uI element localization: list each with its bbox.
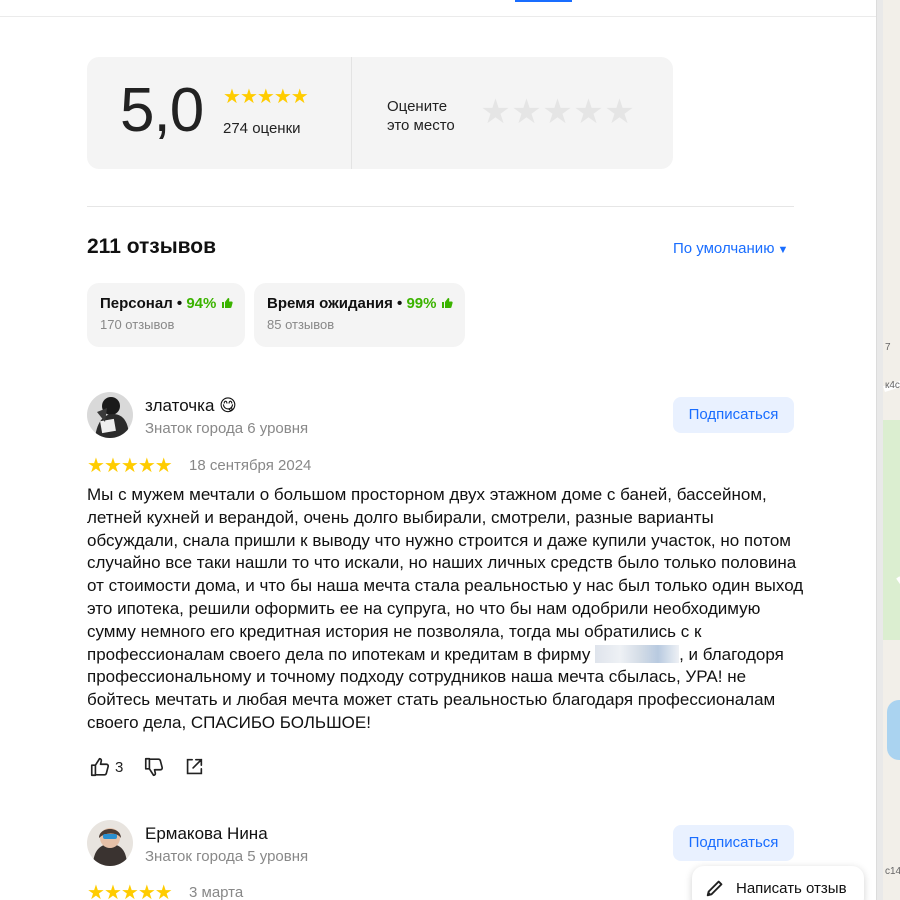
rating-stars: ★★★★★ [223, 86, 309, 108]
rating-score: 5,0 [120, 76, 204, 145]
aspect-percent: 94% [186, 295, 217, 312]
redacted-company-name [595, 644, 680, 663]
share-button[interactable] [183, 756, 205, 778]
thumb-down-icon [145, 757, 164, 777]
star-icon: ★ [137, 455, 156, 477]
star-icon: ★ [154, 455, 173, 477]
map-panel[interactable]: 7 к4с с14 [876, 0, 900, 900]
review-text-part: Мы с мужем мечтали о большом просторном … [87, 485, 804, 664]
rate-star-4-icon[interactable]: ★ [573, 95, 604, 129]
like-button[interactable]: 3 [89, 756, 123, 778]
rate-prompt: Оцените это место [387, 97, 487, 135]
subscribe-button[interactable]: Подписаться [673, 397, 794, 433]
avatar-image [87, 820, 133, 866]
aspect-name: Персонал [100, 295, 173, 312]
map-park [883, 420, 900, 640]
rate-prompt-line: это место [387, 117, 455, 134]
reviews-count-title: 211 отзывов [87, 235, 217, 258]
map-label: 7 [885, 342, 891, 353]
map-label: к4с [885, 380, 900, 391]
write-review-label: Написать отзыв [736, 879, 847, 897]
star-icon: ★ [120, 455, 139, 477]
star-icon: ★ [87, 455, 105, 477]
rating-count: 274 оценки [223, 120, 301, 137]
aspect-name: Время ожидания [267, 295, 393, 312]
author-name: златочка [145, 396, 215, 415]
avatar[interactable] [87, 392, 133, 438]
aspect-percent: 99% [406, 295, 437, 312]
star-icon: ★ [103, 455, 122, 477]
review-author[interactable]: златочка 😋 [145, 396, 237, 416]
map-label: с14 [885, 866, 900, 877]
like-count: 3 [115, 758, 124, 776]
write-review-button[interactable]: Написать отзыв [692, 866, 864, 900]
aspect-count: 85 отзывов [267, 317, 335, 332]
sort-dropdown[interactable]: По умолчанию ▼ [673, 240, 788, 257]
aspect-chip-personnel[interactable]: Персонал • 94% 170 отзывов [87, 283, 245, 347]
review-author[interactable]: Ермакова Нина [145, 824, 268, 844]
rate-star-3-icon[interactable]: ★ [542, 95, 573, 129]
star-icon: ★ [239, 86, 258, 108]
caret-down-icon: ▼ [777, 244, 789, 256]
aspect-chip-waiting-time[interactable]: Время ожидания • 99% 85 отзывов [254, 283, 465, 347]
star-icon: ★ [87, 882, 105, 900]
rate-star-5-icon[interactable]: ★ [604, 95, 635, 129]
subscribe-button[interactable]: Подписаться [673, 825, 794, 861]
avatar[interactable] [87, 820, 133, 866]
share-icon [187, 758, 203, 775]
rate-stars-input[interactable]: ★★★★★ [480, 95, 635, 129]
avatar-image [87, 392, 133, 438]
review-actions: 3 [89, 754, 223, 780]
section-divider [87, 206, 794, 207]
review-date: 18 сентября 2024 [189, 457, 312, 474]
author-name: Ермакова Нина [145, 824, 268, 843]
author-level: Знаток города 6 уровня [145, 420, 309, 437]
star-icon: ★ [223, 86, 241, 108]
map-water [887, 700, 900, 760]
review-date: 3 марта [189, 884, 244, 900]
star-icon: ★ [137, 882, 156, 900]
pen-icon [706, 880, 723, 897]
header-divider [0, 16, 876, 17]
star-icon: ★ [120, 882, 139, 900]
review-stars: ★★★★★ [87, 882, 173, 900]
thumb-up-icon [90, 757, 110, 777]
card-divider [351, 57, 352, 169]
sort-label: По умолчанию [673, 240, 775, 257]
dislike-button[interactable] [143, 756, 165, 778]
review-text: Мы с мужем мечтали о большом просторном … [87, 484, 807, 735]
star-icon: ★ [256, 86, 275, 108]
review-stars: ★★★★★ [87, 455, 173, 477]
rating-card: 5,0 ★★★★★ 274 оценки Оцените это место ★… [87, 57, 673, 169]
active-tab-indicator [515, 0, 572, 2]
star-icon: ★ [154, 882, 173, 900]
aspect-count: 170 отзывов [100, 317, 175, 332]
star-icon: ★ [290, 86, 309, 108]
rate-star-2-icon[interactable]: ★ [511, 95, 542, 129]
star-icon: ★ [103, 882, 122, 900]
thumb-up-icon [221, 298, 233, 308]
rate-prompt-line: Оцените [387, 98, 448, 115]
emoji-icon: 😋 [219, 396, 237, 415]
author-level: Знаток города 5 уровня [145, 848, 309, 865]
rate-star-1-icon[interactable]: ★ [480, 95, 511, 129]
thumb-up-icon [441, 298, 453, 308]
star-icon: ★ [273, 86, 292, 108]
